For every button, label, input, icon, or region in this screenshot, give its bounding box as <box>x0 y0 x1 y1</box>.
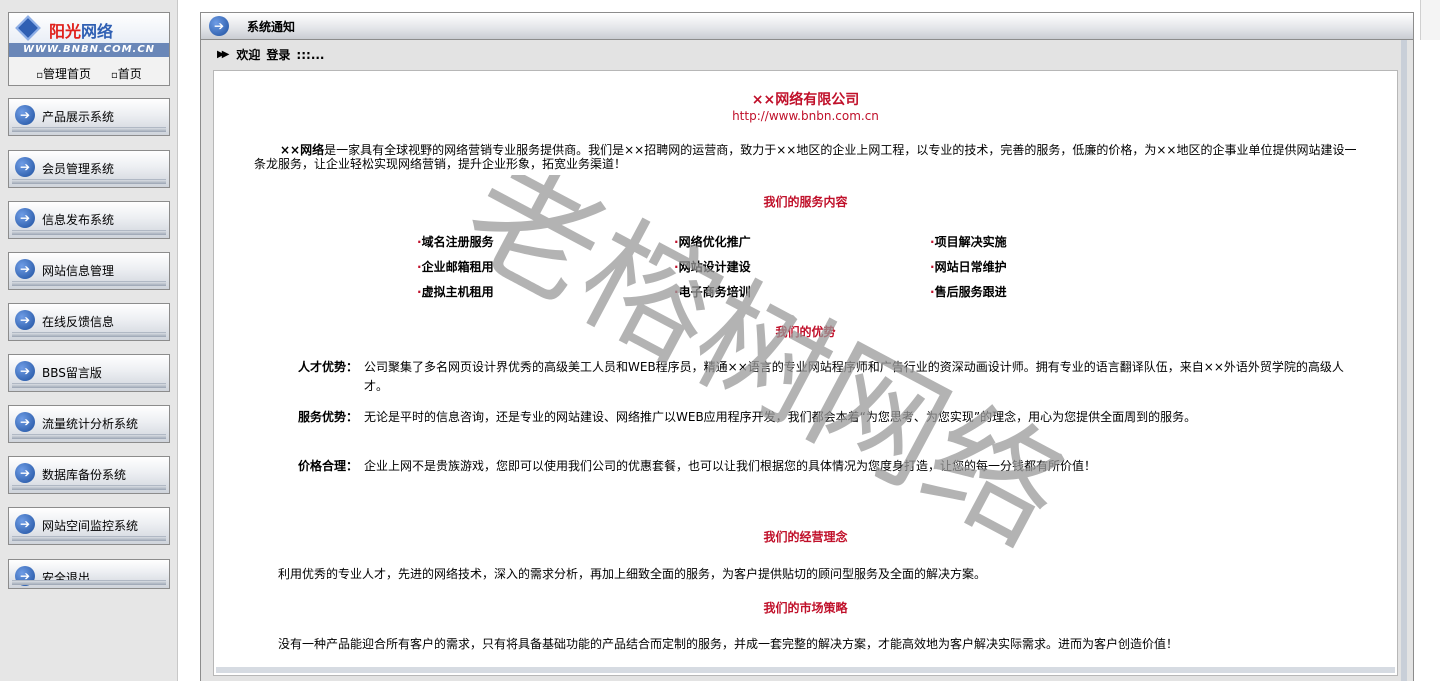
advantage-talent: 人才优势： 公司聚集了多名网页设计界优秀的高级美工人员和WEB程序员，精通××语… <box>298 358 1358 396</box>
strategy-text: 没有一种产品能迎合所有客户的需求，只有将具备基础功能的产品结合而定制的服务，并成… <box>278 637 1179 651</box>
sidebar-item-label: 安全退出 <box>42 571 91 585</box>
strategy-title: 我们的市场策略 <box>763 601 848 615</box>
arrow-right-icon: ➔ <box>15 105 35 125</box>
sidebar-item-label: 信息发布系统 <box>42 213 115 227</box>
sidebar-item-products[interactable]: ➔ 产品展示系统 <box>8 98 170 136</box>
logo-name-part2: 网络 <box>81 22 114 41</box>
sidebar-item-backup[interactable]: ➔ 数据库备份系统 <box>8 456 170 494</box>
arrow-right-icon: ➔ <box>15 259 35 279</box>
sidebar-item-bbs[interactable]: ➔ BBS留言版 <box>8 354 170 392</box>
arrow-right-icon: ➔ <box>15 157 35 177</box>
advantage-label: 服务优势： <box>298 410 359 424</box>
home-link[interactable]: 首页 <box>111 65 142 82</box>
advantage-label: 价格合理： <box>298 459 359 473</box>
sidebar-item-label: 在线反馈信息 <box>42 315 115 329</box>
logo-box: 阳光网络 WWW.BNBN.COM.CN 管理首页 首页 <box>8 12 170 86</box>
advantage-service: 服务优势： 无论是平时的信息咨询，还是专业的网站建设、网络推广以WEB应用程序开… <box>298 408 1358 427</box>
advantage-text: 企业上网不是贵族游戏，您即可以使用我们公司的优惠套餐，也可以让我们根据您的具体情… <box>364 459 1097 473</box>
login-text: 登录 <box>266 48 291 62</box>
sidebar-item-label: 网站信息管理 <box>42 264 115 278</box>
logo-name: 阳光网络 <box>49 18 113 42</box>
logo-links: 管理首页 首页 <box>9 57 169 82</box>
philosophy-text: 利用优秀的专业人才，先进的网络技术，深入的需求分析，再加上细致全面的服务，为客户… <box>278 567 987 581</box>
logo-name-part1: 阳光 <box>49 22 82 41</box>
company-url[interactable]: http://www.bnbn.com.cn <box>214 109 1397 123</box>
sidebar-item-label: 数据库备份系统 <box>42 468 127 482</box>
advantage-text: 无论是平时的信息咨询，还是专业的网站建设、网络推广以WEB应用程序开发，我们都会… <box>364 410 1197 424</box>
sidebar-item-label: 网站空间监控系统 <box>42 519 139 533</box>
services-title: 我们的服务内容 <box>763 195 848 209</box>
content-bottombar <box>216 667 1395 673</box>
welcome-text: 欢迎 <box>236 48 261 62</box>
company-intro: ××网络是一家具有全球视野的网络营销专业服务提供商。我们是××招聘网的运营商，致… <box>254 143 1364 171</box>
arrow-right-icon: ➔ <box>209 16 229 36</box>
welcome-dots: :::... <box>296 47 325 62</box>
logo: 阳光网络 <box>9 13 169 43</box>
service-item: 虚拟主机租用 <box>417 283 494 300</box>
arrow-right-icon: ➔ <box>15 208 35 228</box>
intro-text: 是一家具有全球视野的网络营销专业服务提供商。我们是××招聘网的运营商，致力于××… <box>254 143 1357 171</box>
service-item: 域名注册服务 <box>417 233 494 250</box>
sidebar-item-monitor[interactable]: ➔ 网站空间监控系统 <box>8 507 170 545</box>
advantage-text: 公司聚集了多名网页设计界优秀的高级美工人员和WEB程序员，精通××语言的专业网站… <box>364 360 1344 393</box>
arrow-right-icon: ➔ <box>15 514 35 534</box>
sidebar-item-feedback[interactable]: ➔ 在线反馈信息 <box>8 303 170 341</box>
service-item: 网络优化推广 <box>674 233 751 250</box>
page-title: 系统通知 <box>247 19 296 34</box>
company-name: ××网络有限公司 <box>751 92 860 108</box>
main-header: ➔ 系统通知 <box>200 12 1414 40</box>
sidebar-item-label: 会员管理系统 <box>42 162 115 176</box>
arrow-right-icon: ➔ <box>15 566 35 586</box>
service-item: 网站设计建设 <box>674 258 751 275</box>
arrow-right-icon: ➔ <box>15 361 35 381</box>
main-frame: ▶▶ 欢迎 登录 :::... ××网络有限公司 http://www.bnbn… <box>200 40 1414 681</box>
sidebar-item-traffic[interactable]: ➔ 流量统计分析系统 <box>8 405 170 443</box>
advantage-label: 人才优势： <box>298 360 359 374</box>
logo-diamond-icon <box>15 15 41 41</box>
sidebar-item-site-info[interactable]: ➔ 网站信息管理 <box>8 252 170 290</box>
sidebar-item-label: 产品展示系统 <box>42 110 115 124</box>
service-item: 网站日常维护 <box>930 258 1007 275</box>
philosophy-title: 我们的经营理念 <box>763 530 848 544</box>
service-item: 企业邮箱租用 <box>417 258 494 275</box>
scrollbar[interactable] <box>1420 0 1440 40</box>
notice-content: ××网络有限公司 http://www.bnbn.com.cn ××网络是一家具… <box>213 70 1398 676</box>
sidebar-item-members[interactable]: ➔ 会员管理系统 <box>8 150 170 188</box>
intro-bold: ××网络 <box>280 143 325 157</box>
double-arrow-icon: ▶▶ <box>217 49 230 60</box>
sidebar-item-logout[interactable]: ➔ 安全退出 <box>8 559 170 589</box>
welcome-row: ▶▶ 欢迎 登录 :::... <box>217 46 325 63</box>
sidebar-item-label: BBS留言版 <box>42 366 102 380</box>
advantages-title: 我们的优势 <box>775 325 836 339</box>
arrow-right-icon: ➔ <box>15 310 35 330</box>
admin-home-link[interactable]: 管理首页 <box>36 65 91 82</box>
sidebar-item-label: 流量统计分析系统 <box>42 417 139 431</box>
service-item: 售后服务跟进 <box>930 283 1007 300</box>
frame-rightbar <box>1401 40 1407 681</box>
service-item: 项目解决实施 <box>930 233 1007 250</box>
advantage-price: 价格合理： 企业上网不是贵族游戏，您即可以使用我们公司的优惠套餐，也可以让我们根… <box>298 457 1358 476</box>
sidebar-item-publish[interactable]: ➔ 信息发布系统 <box>8 201 170 239</box>
arrow-right-icon: ➔ <box>15 412 35 432</box>
sidebar: 阳光网络 WWW.BNBN.COM.CN 管理首页 首页 ➔ 产品展示系统 ➔ … <box>0 0 178 681</box>
arrow-right-icon: ➔ <box>15 463 35 483</box>
logo-url: WWW.BNBN.COM.CN <box>9 43 169 57</box>
service-item: 电子商务培训 <box>674 283 751 300</box>
